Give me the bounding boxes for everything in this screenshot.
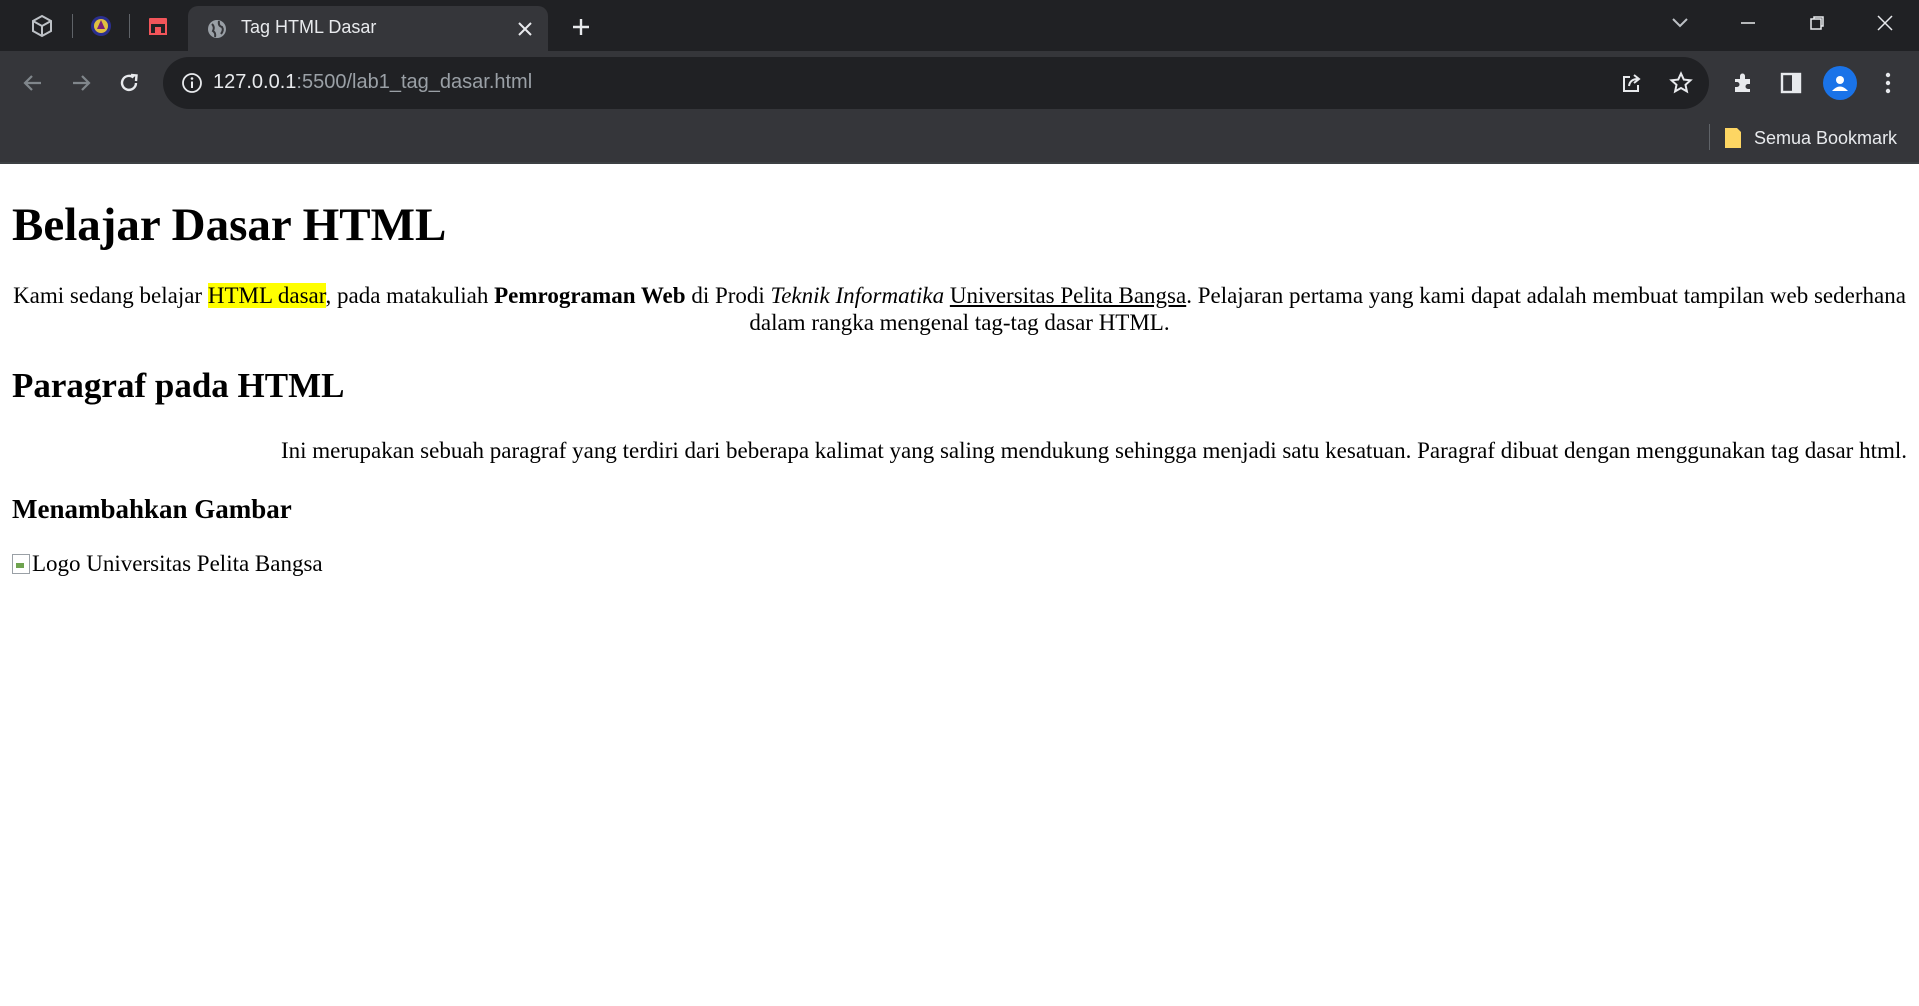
intro-paragraph: Kami sedang belajar HTML dasar, pada mat…	[13, 283, 1906, 335]
tab-search-icon[interactable]	[1660, 8, 1700, 38]
url-path: :5500/lab1_tag_dasar.html	[296, 71, 533, 93]
minimize-icon[interactable]	[1728, 8, 1768, 38]
globe-icon	[206, 18, 228, 40]
broken-image-icon	[12, 554, 30, 574]
bookmark-label: Semua Bookmark	[1754, 127, 1898, 148]
close-window-icon[interactable]	[1865, 8, 1905, 38]
all-bookmarks-button[interactable]: Semua Bookmark	[1724, 124, 1897, 152]
profile-avatar-icon[interactable]	[1823, 66, 1857, 100]
tab-strip: Tag HTML Dasar	[0, 0, 1919, 51]
address-bar[interactable]: 127.0.0.1:5500/lab1_tag_dasar.html	[163, 57, 1709, 109]
extensions-icon[interactable]	[1726, 66, 1760, 100]
store-icon[interactable]	[136, 6, 180, 46]
url-text[interactable]: 127.0.0.1:5500/lab1_tag_dasar.html	[213, 71, 532, 94]
toolbar: 127.0.0.1:5500/lab1_tag_dasar.html	[0, 51, 1919, 114]
image-alt-text: Logo Universitas Pelita Bangsa	[32, 551, 323, 576]
restore-icon[interactable]	[1797, 8, 1837, 38]
url-host: 127.0.0.1	[213, 71, 297, 93]
close-tab-icon[interactable]	[514, 18, 536, 40]
right-aligned-paragraph: Ini merupakan sebuah paragraf yang terdi…	[280, 438, 1907, 463]
section-heading-gambar: Menambahkan Gambar	[12, 494, 292, 524]
bookmarks-bar: Semua Bookmark	[0, 114, 1919, 162]
menu-kebab-icon[interactable]	[1871, 66, 1905, 100]
browser-chrome: Tag HTML Dasar 127.0.0.1:5500/lab1_tag_d…	[0, 0, 1919, 164]
star-icon[interactable]	[1668, 70, 1694, 96]
underlined-text: Universitas Pelita Bangsa	[949, 283, 1187, 308]
section-heading-paragraf: Paragraf pada HTML	[12, 366, 345, 405]
side-panel-icon[interactable]	[1774, 66, 1808, 100]
forward-icon[interactable]	[64, 66, 98, 100]
page-heading: Belajar Dasar HTML	[12, 199, 447, 251]
share-icon[interactable]	[1619, 70, 1645, 96]
tab-title: Tag HTML Dasar	[241, 17, 377, 37]
info-icon[interactable]	[181, 72, 203, 94]
bold-text: Pemrograman Web	[494, 283, 686, 308]
university-logo-icon[interactable]	[79, 6, 123, 46]
highlighted-text: HTML dasar	[207, 283, 326, 308]
new-tab-icon[interactable]	[566, 12, 596, 42]
active-tab[interactable]: Tag HTML Dasar	[188, 6, 548, 51]
folder-icon	[1725, 128, 1741, 148]
broken-image: Logo Universitas Pelita Bangsa	[12, 551, 323, 577]
reload-icon[interactable]	[112, 66, 146, 100]
unity-icon[interactable]	[20, 6, 64, 46]
italic-text: Teknik Informatika	[770, 283, 945, 308]
back-icon[interactable]	[16, 66, 50, 100]
